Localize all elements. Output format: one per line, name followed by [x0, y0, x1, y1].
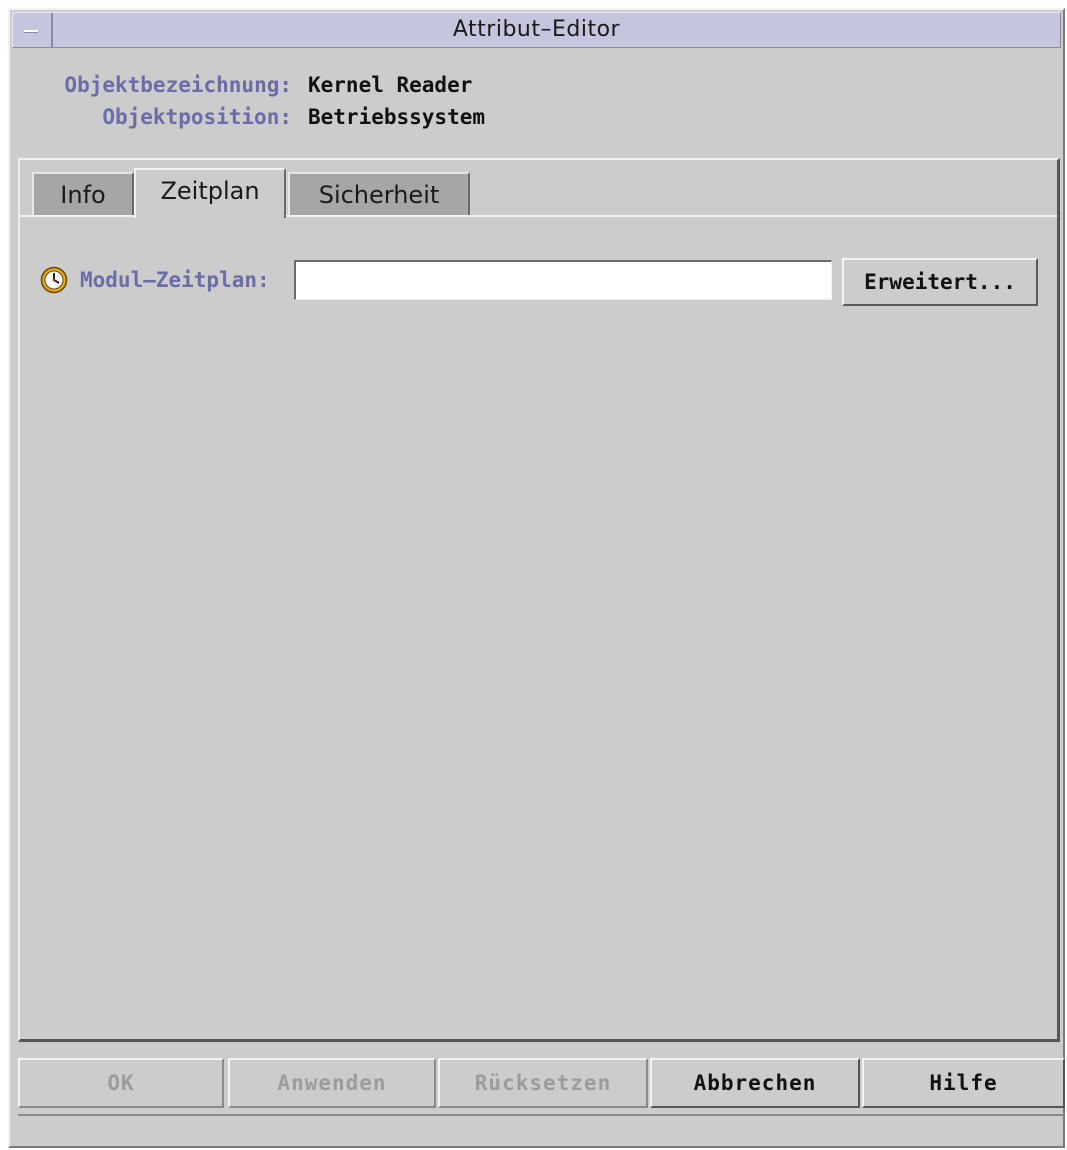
- tab-info[interactable]: Info: [32, 172, 134, 216]
- object-name-value: Kernel Reader: [308, 73, 473, 97]
- tab-zeitplan[interactable]: Zeitplan: [134, 168, 286, 218]
- advanced-button[interactable]: Erweitert...: [842, 258, 1038, 306]
- title-bar[interactable]: Attribut–Editor: [12, 12, 1061, 48]
- object-position-value: Betriebssystem: [308, 105, 486, 129]
- window-title: Attribut–Editor: [452, 17, 621, 42]
- cancel-button[interactable]: Abbrechen: [650, 1058, 860, 1108]
- object-name-row: Objektbezeichnung: Kernel Reader: [10, 70, 1063, 100]
- module-schedule-input[interactable]: [294, 260, 832, 300]
- status-bar: [18, 1114, 1065, 1148]
- ok-button[interactable]: OK: [18, 1058, 224, 1108]
- apply-button[interactable]: Anwenden: [228, 1058, 436, 1108]
- help-button[interactable]: Hilfe: [862, 1058, 1065, 1108]
- dialog-button-bar: OK Anwenden Rücksetzen Abbrechen Hilfe: [18, 1058, 1065, 1108]
- module-schedule-label: Modul–Zeitplan:: [80, 268, 270, 292]
- object-position-row: Objektposition: Betriebssystem: [10, 102, 1063, 132]
- attribute-editor-window: Attribut–Editor Objektbezeichnung: Kerne…: [8, 8, 1065, 1148]
- object-position-label: Objektposition:: [102, 105, 292, 129]
- tab-sicherheit[interactable]: Sicherheit: [288, 172, 470, 216]
- tab-panel: Info Zeitplan Sicherheit Modul–Zeitplan:…: [18, 158, 1060, 1042]
- reset-button[interactable]: Rücksetzen: [438, 1058, 648, 1108]
- clock-icon: [40, 266, 68, 294]
- object-name-label: Objektbezeichnung:: [64, 73, 292, 97]
